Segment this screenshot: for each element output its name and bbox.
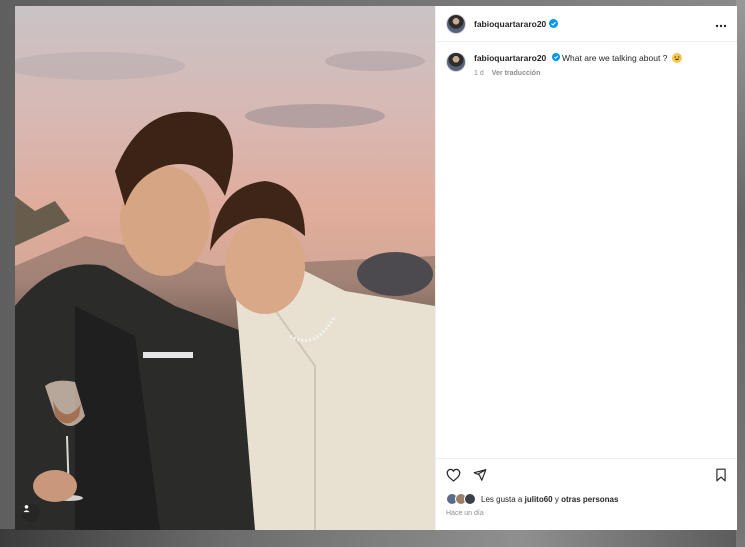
share-icon[interactable] <box>473 468 487 482</box>
caption-username[interactable]: fabioquartararo20 <box>474 53 546 63</box>
likes-user-link[interactable]: julito60 <box>525 495 553 504</box>
user-tag-icon[interactable] <box>22 504 40 522</box>
caption-age: 1 d <box>474 70 484 77</box>
more-options-icon[interactable] <box>715 17 727 31</box>
see-translation-link[interactable]: Ver traducción <box>492 68 541 80</box>
verified-badge-icon <box>549 19 559 28</box>
comments-section: fabioquartararo20 What are we talking ab… <box>436 42 737 458</box>
caption-text: What are we talking about ? <box>562 53 668 63</box>
caption-author-avatar[interactable] <box>446 52 466 72</box>
author-avatar[interactable] <box>446 13 466 34</box>
caption-meta: 1 d Ver traducción <box>474 68 682 80</box>
liker-avatar <box>464 493 476 505</box>
liker-avatars[interactable] <box>446 493 476 505</box>
author-username[interactable]: fabioquartararo20 <box>474 19 546 29</box>
bookmark-icon[interactable] <box>715 468 727 482</box>
grinning-sweat-emoji <box>671 53 682 63</box>
post-sidebar: fabioquartararo20 fabioquartararo20 What… <box>435 6 737 530</box>
likes-others-link[interactable]: otras personas <box>561 495 618 504</box>
post-timestamp[interactable]: Hace un día <box>436 508 737 530</box>
post-header: fabioquartararo20 <box>436 6 737 42</box>
heart-icon[interactable] <box>446 468 461 482</box>
action-bar <box>436 458 737 490</box>
caption-comment: fabioquartararo20 What are we talking ab… <box>446 52 727 80</box>
backdrop-right-strip <box>736 0 745 547</box>
likes-connector: y <box>554 494 559 504</box>
photo-illustration <box>15 51 435 530</box>
verified-badge-icon <box>551 53 560 61</box>
likes-summary: Les gusta a julito60 y otras personas <box>436 490 737 508</box>
backdrop-feed-strip <box>0 529 745 547</box>
caption-body: fabioquartararo20 What are we talking ab… <box>474 52 682 80</box>
likes-prefix: Les gusta a <box>481 494 523 504</box>
post-modal: fabioquartararo20 fabioquartararo20 What… <box>15 6 737 530</box>
post-photo[interactable] <box>15 6 435 530</box>
